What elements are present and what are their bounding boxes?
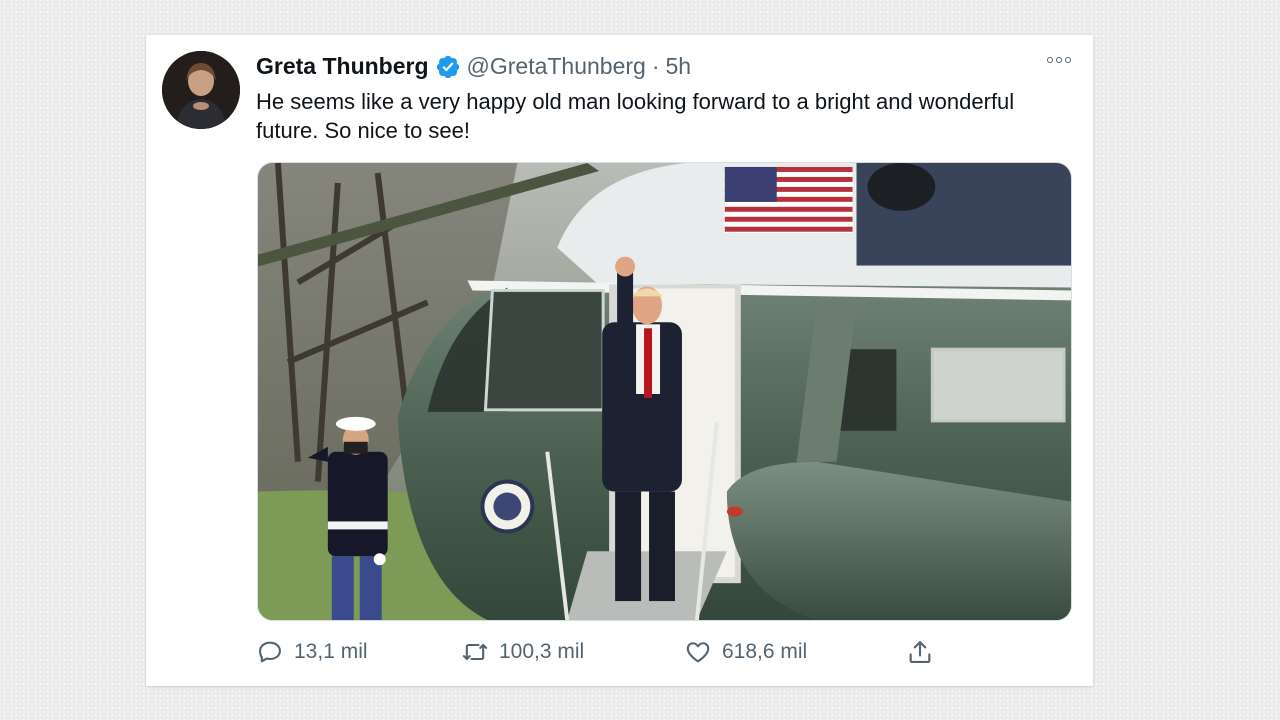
tweet-photo[interactable] bbox=[257, 162, 1072, 621]
tweet-timestamp[interactable]: 5h bbox=[666, 53, 692, 80]
tweet-actions: 13,1 mil 100,3 mil 618,6 mil bbox=[256, 638, 936, 672]
like-icon bbox=[686, 642, 710, 663]
retweet-count: 100,3 mil bbox=[499, 640, 585, 663]
share-icon bbox=[909, 641, 931, 663]
more-options-icon[interactable] bbox=[1047, 57, 1071, 63]
author-name[interactable]: Greta Thunberg bbox=[256, 53, 429, 80]
reply-count: 13,1 mil bbox=[294, 640, 368, 663]
retweet-button[interactable]: 100,3 mil bbox=[461, 638, 584, 666]
avatar-portrait bbox=[162, 51, 240, 129]
like-button[interactable]: 618,6 mil bbox=[684, 638, 807, 666]
helicopter-photo bbox=[258, 163, 1071, 620]
reply-icon bbox=[259, 641, 281, 663]
verified-badge-icon bbox=[436, 55, 459, 78]
retweet-icon bbox=[462, 643, 488, 661]
share-button[interactable] bbox=[906, 638, 934, 666]
separator-dot: · bbox=[651, 53, 660, 79]
tweet-header: Greta Thunberg @GretaThunberg · 5h bbox=[256, 53, 691, 80]
avatar[interactable] bbox=[162, 51, 240, 129]
tweet-card[interactable]: Greta Thunberg @GretaThunberg · 5h He se… bbox=[146, 35, 1093, 686]
reply-button[interactable]: 13,1 mil bbox=[256, 638, 368, 666]
like-count: 618,6 mil bbox=[722, 640, 808, 663]
flag bbox=[724, 166, 853, 233]
tweet-text: He seems like a very happy old man looki… bbox=[256, 89, 1015, 143]
author-handle[interactable]: @GretaThunberg bbox=[467, 53, 646, 80]
